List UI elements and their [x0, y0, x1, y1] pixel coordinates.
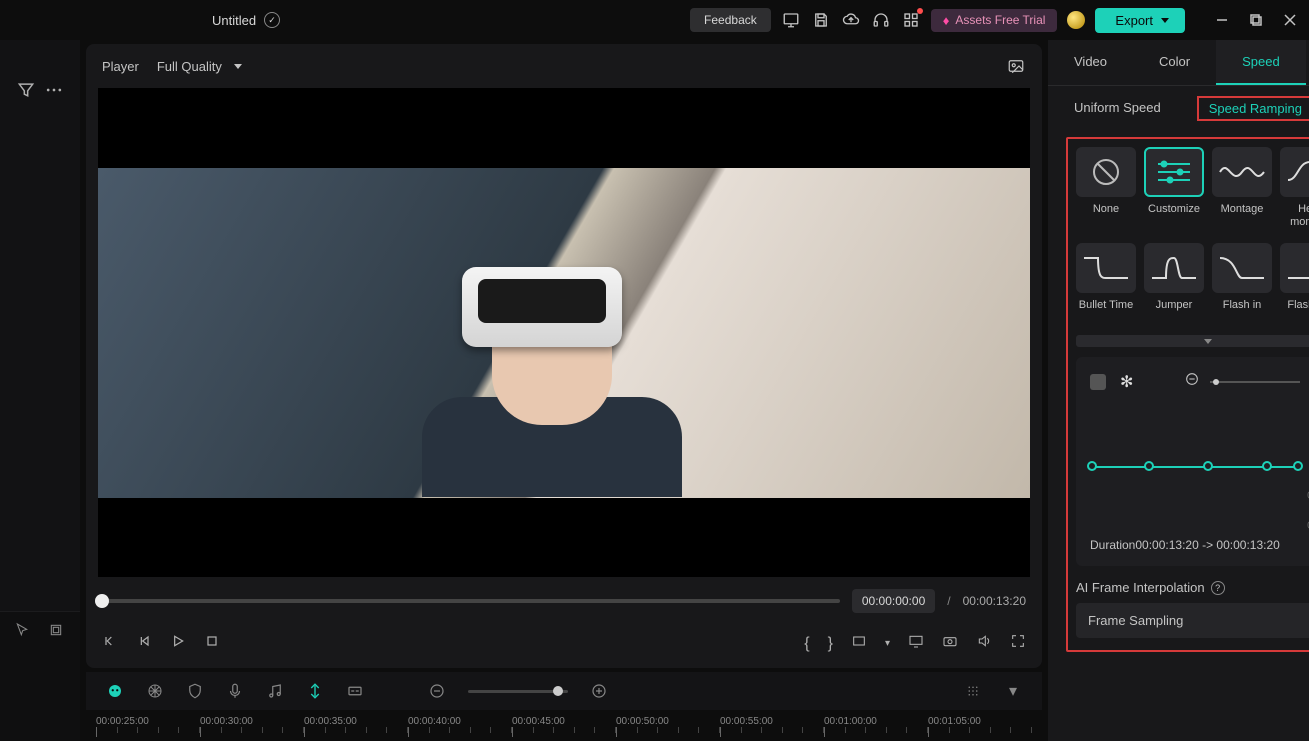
quality-select[interactable]: Full Quality: [157, 59, 242, 74]
zoom-in-icon[interactable]: [590, 682, 608, 700]
total-time: 00:00:13:20: [963, 594, 1026, 608]
monitor-icon[interactable]: [781, 10, 801, 30]
preset-flash-in[interactable]: Flash in: [1212, 243, 1272, 325]
inspector-panel: VideoColorSpeed Uniform Speed Speed Rampi…: [1048, 40, 1309, 741]
minimize-icon[interactable]: [1215, 13, 1229, 27]
shield-icon[interactable]: [186, 682, 204, 700]
duration-label: Duration: [1090, 538, 1135, 552]
stop-icon[interactable]: [204, 633, 220, 654]
keyframe-toggle[interactable]: [1090, 374, 1106, 390]
volume-icon[interactable]: [976, 633, 992, 654]
cursor-icon[interactable]: [14, 622, 30, 643]
maximize-icon[interactable]: [1249, 13, 1263, 27]
filter-icon[interactable]: [16, 80, 36, 100]
preset-hero-moment[interactable]: Hero moment: [1280, 147, 1309, 229]
chevron-down-icon: [234, 64, 242, 69]
subtab-speed-ramping[interactable]: Speed Ramping: [1197, 96, 1309, 121]
chevron-down-icon: [1161, 18, 1169, 23]
curve-zoom-slider[interactable]: [1210, 381, 1300, 383]
zoom-out-icon[interactable]: [428, 682, 446, 700]
tab-video[interactable]: Video: [1048, 40, 1133, 85]
cloud-sync-icon[interactable]: ✓: [264, 12, 280, 28]
ai-robot-icon[interactable]: [106, 682, 124, 700]
crop-icon[interactable]: [48, 622, 64, 643]
snowflake-icon[interactable]: ✻: [1120, 372, 1133, 392]
ai-interpolation-label: AI Frame Interpolation: [1076, 580, 1205, 595]
timeline-ruler[interactable]: 00:00:25:0000:00:30:0000:00:35:0000:00:4…: [86, 710, 1042, 741]
speed-curve-editor: ✻ 10x 5x 1x 0.5x 0.1x: [1076, 357, 1309, 566]
assets-trial-button[interactable]: ♦Assets Free Trial: [931, 9, 1058, 32]
player-label: Player: [102, 59, 139, 74]
video-preview[interactable]: [98, 88, 1030, 577]
display-icon[interactable]: [908, 633, 924, 654]
marker-icon[interactable]: [306, 682, 324, 700]
preset-jumper[interactable]: Jumper: [1144, 243, 1204, 325]
tab-color[interactable]: Color: [1133, 40, 1216, 85]
project-title: Untitled: [212, 13, 256, 28]
grid-view-icon[interactable]: [964, 682, 982, 700]
snapshot-icon[interactable]: [1006, 56, 1026, 76]
preset-customize[interactable]: Customize: [1144, 147, 1204, 229]
export-button[interactable]: Export: [1095, 8, 1185, 33]
save-icon[interactable]: [811, 10, 831, 30]
prev-frame-icon[interactable]: [102, 633, 118, 654]
speed-curve-chart[interactable]: 10x 5x 1x 0.5x 0.1x: [1090, 406, 1309, 526]
crop-ratio-icon[interactable]: [851, 633, 867, 654]
step-back-icon[interactable]: [136, 633, 152, 654]
preset-bullet-time[interactable]: Bullet Time: [1076, 243, 1136, 325]
timeline-zoom-slider[interactable]: [468, 690, 568, 693]
music-icon[interactable]: [266, 682, 284, 700]
current-time: 00:00:00:00: [852, 589, 935, 613]
fullscreen-icon[interactable]: [1010, 633, 1026, 654]
chevron-down-icon[interactable]: ▾: [1004, 682, 1022, 700]
preset-montage[interactable]: Montage: [1212, 147, 1272, 229]
gold-coin-icon[interactable]: [1067, 11, 1085, 29]
mic-icon[interactable]: [226, 682, 244, 700]
tab-speed[interactable]: Speed: [1216, 40, 1306, 85]
camera-icon[interactable]: [942, 633, 958, 654]
subtitle-icon[interactable]: [346, 682, 364, 700]
headphones-icon[interactable]: [871, 10, 891, 30]
feedback-button[interactable]: Feedback: [690, 8, 771, 32]
close-icon[interactable]: [1283, 13, 1297, 27]
zoom-out-icon[interactable]: [1184, 371, 1200, 392]
more-icon[interactable]: [44, 80, 64, 100]
ai-interpolation-select[interactable]: Frame Sampling: [1076, 603, 1309, 638]
subtab-uniform-speed[interactable]: Uniform Speed: [1068, 96, 1167, 121]
cloud-upload-icon[interactable]: [841, 10, 861, 30]
expand-presets-bar[interactable]: [1076, 335, 1309, 347]
brace-left-icon[interactable]: {: [804, 635, 809, 653]
diamond-icon: ♦: [943, 13, 950, 28]
player-panel: Player Full Quality 00:00:00:00 / 00:00:…: [86, 44, 1042, 668]
topbar: Untitled ✓ Feedback ♦Assets Free Trial E…: [0, 0, 1309, 40]
color-wheel-icon[interactable]: [146, 682, 164, 700]
timeline-toolbar: ▾: [86, 672, 1042, 710]
brace-right-icon[interactable]: }: [828, 635, 833, 653]
preset-none[interactable]: None: [1076, 147, 1136, 229]
preset-flash-out[interactable]: Flash out: [1280, 243, 1309, 325]
progress-scrubber[interactable]: [102, 599, 840, 603]
play-icon[interactable]: [170, 633, 186, 654]
apps-icon[interactable]: [901, 10, 921, 30]
help-icon[interactable]: ?: [1211, 581, 1225, 595]
duration-value: 00:00:13:20 -> 00:00:13:20: [1135, 538, 1279, 552]
